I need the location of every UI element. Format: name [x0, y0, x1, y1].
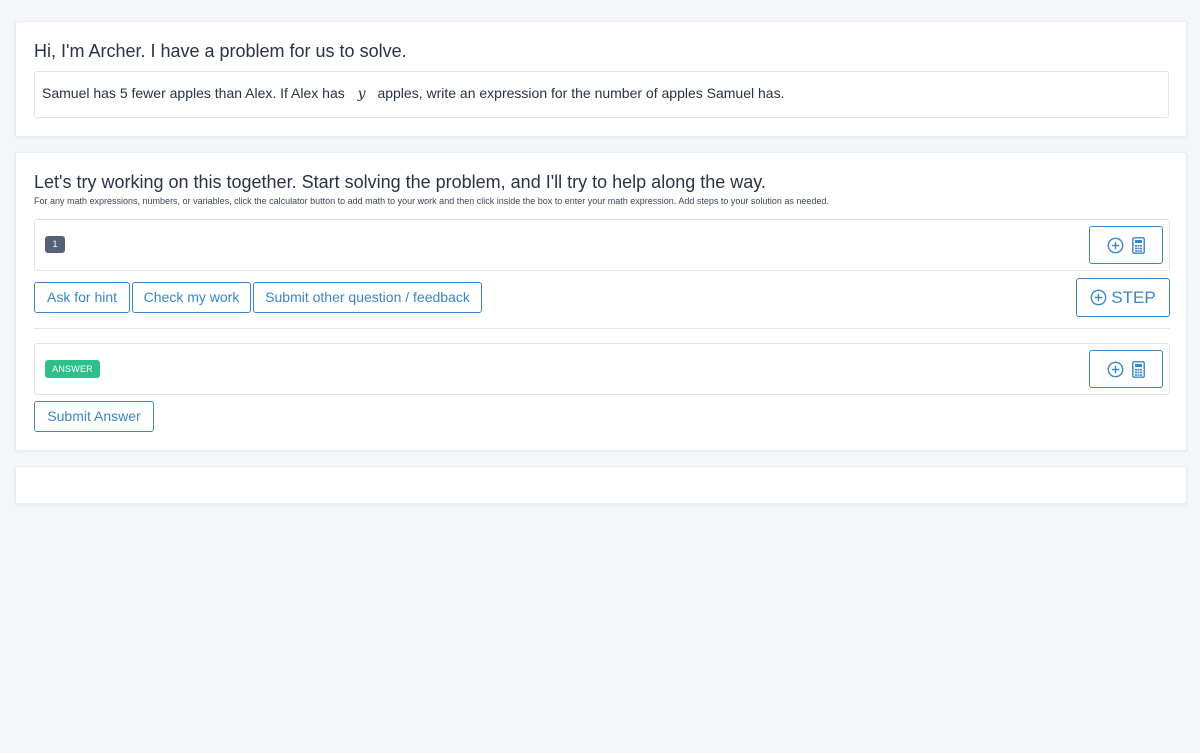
step-number-badge: 1 [45, 236, 65, 253]
check-my-work-button[interactable]: Check my work [132, 282, 251, 313]
plus-circle-icon [1090, 289, 1107, 306]
problem-card: Hi, I'm Archer. I have a problem for us … [15, 21, 1187, 137]
step-tools [1089, 226, 1163, 264]
ask-for-hint-button[interactable]: Ask for hint [34, 282, 130, 313]
problem-text-start: Samuel has 5 fewer apples than Alex. If … [42, 85, 345, 101]
step-row[interactable]: 1 [34, 219, 1170, 271]
submit-feedback-button[interactable]: Submit other question / feedback [253, 282, 482, 313]
plus-circle-icon[interactable] [1107, 237, 1124, 254]
work-heading: Let's try working on this together. Star… [34, 172, 766, 192]
answer-row[interactable]: ANSWER [34, 343, 1170, 395]
calculator-icon[interactable] [1132, 236, 1145, 254]
add-step-button[interactable]: STEP [1076, 278, 1170, 317]
calculator-icon[interactable] [1132, 360, 1145, 378]
answer-tools [1089, 350, 1163, 388]
problem-text-end: apples, write an expression for the numb… [377, 85, 785, 101]
work-card: Let's try working on this together. Star… [15, 152, 1187, 451]
section-divider [34, 328, 1170, 329]
answer-badge: ANSWER [45, 360, 100, 378]
greeting-text: Hi, I'm Archer. I have a problem for us … [34, 41, 407, 61]
submit-answer-button[interactable]: Submit Answer [34, 401, 154, 432]
problem-statement: Samuel has 5 fewer apples than Alex. If … [34, 71, 1169, 118]
add-step-label: STEP [1111, 287, 1156, 307]
plus-circle-icon[interactable] [1107, 361, 1124, 378]
problem-variable: y [357, 86, 366, 102]
empty-panel [15, 466, 1187, 504]
work-instructions: For any math expressions, numbers, or va… [34, 196, 829, 206]
